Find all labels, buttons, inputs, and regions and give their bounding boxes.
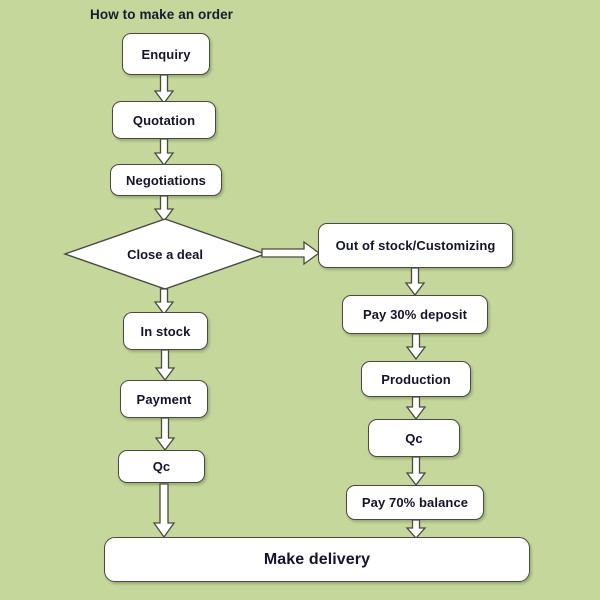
arrow-close-a-deal-to-out-of-stock xyxy=(261,240,321,267)
node-pay-30-deposit-label: Pay 30% deposit xyxy=(362,307,468,322)
arrow-out-of-stock-to-pay-30-deposit xyxy=(404,267,426,297)
node-close-a-deal[interactable]: Close a deal xyxy=(62,218,268,290)
node-in-stock-label: In stock xyxy=(140,323,191,339)
node-qc-left-label: Qc xyxy=(152,459,171,474)
page-title: How to make an order xyxy=(90,7,234,22)
node-enquiry-label: Enquiry xyxy=(141,46,191,62)
node-qc-right-label: Qc xyxy=(405,430,423,446)
arrow-production-to-qc-right xyxy=(405,396,427,421)
node-quotation-label: Quotation xyxy=(132,112,196,128)
node-enquiry[interactable]: Enquiry xyxy=(122,33,210,75)
node-production[interactable]: Production xyxy=(361,361,471,397)
node-pay-70-balance[interactable]: Pay 70% balance xyxy=(346,485,484,520)
node-quotation[interactable]: Quotation xyxy=(112,101,216,139)
node-make-delivery[interactable]: Make delivery xyxy=(104,537,530,582)
arrow-payment-to-qc xyxy=(154,417,176,452)
node-qc-right[interactable]: Qc xyxy=(368,419,460,457)
node-pay-70-balance-label: Pay 70% balance xyxy=(361,495,469,510)
arrow-qc-right-to-pay-70-balance xyxy=(405,456,427,487)
node-out-of-stock-label: Out of stock/Customizing xyxy=(335,238,496,253)
arrow-quotation-to-negotiations xyxy=(153,138,175,167)
node-payment-label: Payment xyxy=(136,391,192,407)
node-production-label: Production xyxy=(381,371,451,387)
node-qc-left[interactable]: Qc xyxy=(118,450,205,483)
arrow-in-stock-to-payment xyxy=(154,349,176,382)
node-negotiations-label: Negotiations xyxy=(126,172,206,188)
node-close-a-deal-label: Close a deal xyxy=(127,246,203,262)
node-payment[interactable]: Payment xyxy=(120,380,208,418)
node-in-stock[interactable]: In stock xyxy=(123,312,208,350)
node-negotiations[interactable]: Negotiations xyxy=(110,164,222,196)
arrow-pay-30-deposit-to-production xyxy=(405,333,427,361)
node-out-of-stock[interactable]: Out of stock/Customizing xyxy=(318,223,513,268)
arrow-qc-left-to-make-delivery xyxy=(152,483,176,539)
node-pay-30-deposit[interactable]: Pay 30% deposit xyxy=(342,295,488,334)
arrow-enquiry-to-quotation xyxy=(153,74,175,105)
node-make-delivery-label: Make delivery xyxy=(263,550,371,568)
flowchart-canvas: How to make an order Enquiry Quotation N… xyxy=(0,0,600,600)
